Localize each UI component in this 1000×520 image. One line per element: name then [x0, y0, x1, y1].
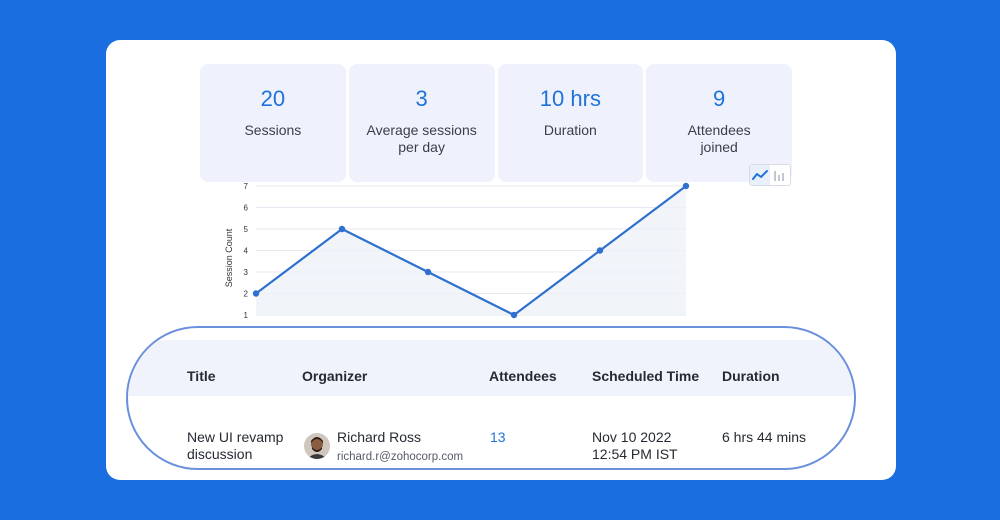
scheduled-clock: 12:54 PM IST: [592, 446, 678, 462]
data-point[interactable]: [252, 290, 260, 297]
y-tick-label: 1: [244, 311, 249, 320]
column-header-title[interactable]: Title: [187, 368, 216, 384]
column-header-organizer[interactable]: Organizer: [302, 368, 367, 384]
stats-row: 20 Sessions 3 Average sessions per day 1…: [200, 64, 792, 182]
stat-value: 10 hrs: [539, 86, 601, 111]
sessions-table: Title Organizer Attendees Scheduled Time…: [126, 326, 856, 470]
organizer-email: richard.r@zohocorp.com: [337, 451, 464, 463]
y-tick-label: 5: [244, 225, 249, 234]
stat-average-sessions: 3 Average sessions per day: [348, 64, 495, 182]
y-tick-label: 3: [244, 268, 249, 277]
data-point[interactable]: [596, 247, 604, 254]
title-line: discussion: [187, 446, 253, 462]
y-tick-label: 2: [244, 290, 249, 299]
stat-value: 20: [260, 86, 286, 111]
y-axis-label: Session Count: [224, 228, 234, 287]
y-tick-label: 6: [244, 204, 249, 213]
stat-value: 3: [415, 86, 428, 111]
data-point[interactable]: [510, 311, 518, 319]
column-header-duration[interactable]: Duration: [722, 368, 780, 384]
data-point[interactable]: [682, 182, 690, 190]
stat-label: Sessions: [244, 122, 302, 138]
stat-sessions: 20 Sessions: [200, 64, 346, 182]
stat-label: Attendees joined: [687, 122, 751, 155]
sessions-line-chart: 1 2 3 4 5 6 7 Session Count: [224, 182, 690, 320]
bar-chart-icon: [774, 171, 784, 181]
stat-label: Average sessions per day: [366, 122, 477, 155]
title-line: New UI revamp: [187, 429, 284, 445]
attendees-count-link[interactable]: 13: [490, 429, 506, 446]
organizer-name: Richard Ross: [337, 429, 422, 445]
scheduled-time: Nov 10 2022 12:54 PM IST: [592, 429, 678, 463]
session-duration: 6 hrs 44 mins: [722, 429, 807, 445]
line-chart-button[interactable]: [750, 165, 770, 185]
line-chart-icon: [752, 170, 768, 180]
column-header-scheduled-time[interactable]: Scheduled Time: [592, 368, 699, 384]
chart-type-toggle: [749, 164, 791, 186]
stat-duration: 10 hrs Duration: [497, 64, 644, 182]
avatar-image: [304, 433, 330, 459]
data-point[interactable]: [338, 225, 346, 233]
bar-chart-button[interactable]: [770, 165, 790, 185]
y-tick-label: 7: [244, 182, 249, 191]
stat-value: 9: [713, 86, 726, 111]
dashboard-card: 20 Sessions 3 Average sessions per day 1…: [106, 40, 896, 480]
session-title[interactable]: New UI revamp discussion: [187, 429, 283, 463]
avatar: [304, 433, 330, 459]
data-point[interactable]: [424, 268, 432, 276]
y-tick-label: 4: [244, 247, 249, 256]
stat-label: Duration: [543, 122, 597, 138]
column-header-attendees[interactable]: Attendees: [489, 368, 557, 384]
scheduled-date: Nov 10 2022: [592, 429, 672, 445]
